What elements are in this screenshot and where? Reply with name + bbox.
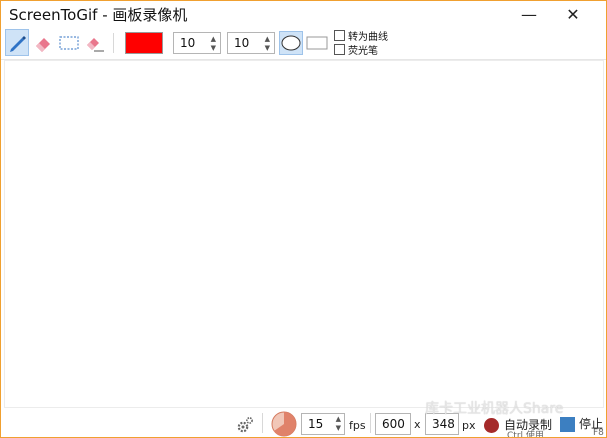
- fps-stepper[interactable]: 15 ▲ ▼: [301, 413, 345, 435]
- pen-icon: [10, 35, 26, 52]
- rectangle-shape-button[interactable]: [305, 31, 329, 55]
- size-times-label: x: [414, 418, 421, 431]
- record-button[interactable]: [482, 416, 500, 434]
- decrement-arrow-icon[interactable]: ▼: [265, 44, 270, 52]
- eraser-tool-button[interactable]: [31, 29, 55, 56]
- rectangle-icon: [306, 36, 328, 50]
- ellipse-icon: [281, 35, 301, 51]
- increment-arrow-icon[interactable]: ▲: [265, 35, 270, 43]
- brush-width-stepper[interactable]: 10 ▲ ▼: [173, 32, 221, 54]
- selection-rect-icon: [59, 35, 79, 50]
- record-shortcut-hint: Ctrl 使用: [507, 431, 544, 438]
- gear-icon: [237, 417, 253, 433]
- title-bar: ScreenToGif - 画板录像机 — ✕: [1, 1, 606, 27]
- timer-pie-icon: [271, 411, 297, 437]
- increment-arrow-icon[interactable]: ▲: [211, 35, 216, 43]
- highlighter-label: 荧光笔: [348, 46, 378, 57]
- close-icon: ✕: [566, 4, 580, 24]
- window-title: ScreenToGif - 画板录像机: [9, 6, 188, 24]
- stop-button[interactable]: [559, 416, 575, 432]
- stop-shortcut-hint: F8: [593, 428, 604, 438]
- decrement-arrow-icon[interactable]: ▼: [336, 424, 341, 432]
- brush-width-value: 10: [180, 36, 196, 50]
- select-tool-button[interactable]: [57, 29, 81, 56]
- status-separator: [370, 413, 371, 433]
- px-unit-label: px: [462, 419, 476, 432]
- stop-icon: [559, 416, 575, 432]
- brush-height-stepper[interactable]: 10 ▲ ▼: [227, 32, 275, 54]
- canvas-width-value: 600: [382, 417, 405, 431]
- fit-to-curve-checkbox[interactable]: [334, 30, 345, 41]
- stroke-eraser-tool-button[interactable]: [83, 29, 107, 56]
- highlighter-checkbox[interactable]: [334, 44, 345, 55]
- app-window: ScreenToGif - 画板录像机 — ✕ 10 ▲ ▼ 10 ▲ ▼ 转为…: [0, 0, 607, 438]
- toolbar: 10 ▲ ▼ 10 ▲ ▼ 转为曲线 荧光笔: [1, 27, 606, 60]
- drawing-canvas[interactable]: [4, 60, 604, 408]
- minimize-icon: —: [521, 4, 537, 24]
- eraser-line-icon: [87, 37, 104, 51]
- highlighter-option[interactable]: 荧光笔: [334, 42, 378, 57]
- canvas-height-value: 348: [432, 417, 455, 431]
- record-icon: [483, 417, 499, 433]
- decrement-arrow-icon[interactable]: ▼: [211, 44, 216, 52]
- increment-arrow-icon[interactable]: ▲: [336, 415, 341, 423]
- frame-rate-indicator: [271, 411, 297, 437]
- canvas-width-input[interactable]: 600: [375, 413, 411, 435]
- status-separator: [262, 413, 263, 433]
- minimize-button[interactable]: —: [511, 1, 547, 27]
- watermark-text: 库卡工业机器人Share: [425, 401, 564, 417]
- pen-tool-button[interactable]: [5, 29, 29, 56]
- close-button[interactable]: ✕: [555, 1, 591, 27]
- toolbar-separator: [113, 33, 114, 53]
- brush-height-value: 10: [234, 36, 250, 50]
- fit-to-curve-option[interactable]: 转为曲线: [334, 28, 388, 43]
- settings-button[interactable]: [235, 415, 255, 435]
- eraser-icon: [36, 37, 50, 52]
- brush-color-picker[interactable]: [125, 32, 163, 54]
- fps-value: 15: [308, 417, 324, 431]
- fps-unit-label: fps: [349, 419, 366, 432]
- fit-to-curve-label: 转为曲线: [348, 32, 388, 43]
- ellipse-shape-button[interactable]: [279, 31, 303, 55]
